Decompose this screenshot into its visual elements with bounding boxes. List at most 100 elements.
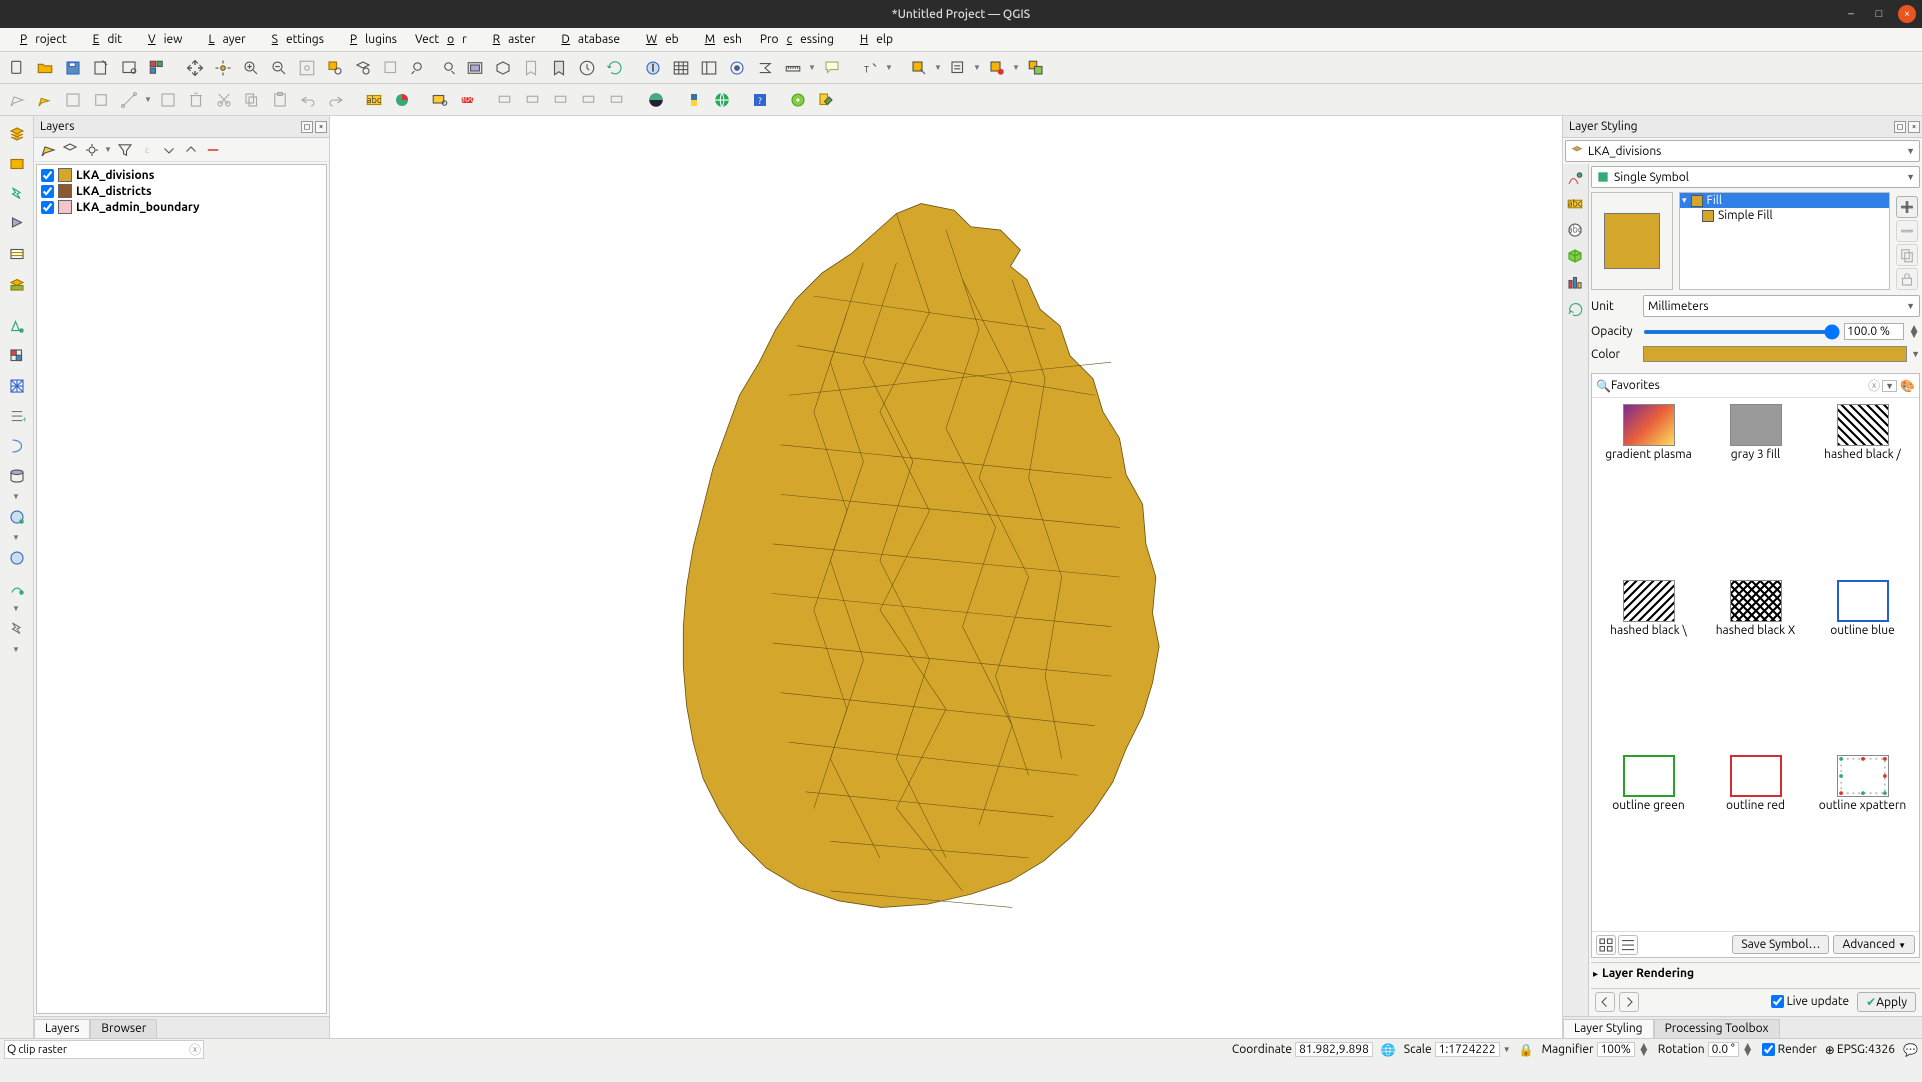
scale-value[interactable]: 1:1724222 bbox=[1435, 1042, 1500, 1057]
create-layer-dropdown-icon[interactable]: ▼ bbox=[12, 604, 21, 613]
select-features-icon[interactable] bbox=[906, 55, 932, 81]
color-dropdown-icon[interactable]: ▼ bbox=[1911, 349, 1920, 359]
favorite-item[interactable]: gray 3 fill bbox=[1705, 404, 1806, 574]
layer-item-districts[interactable]: LKA_districts bbox=[39, 183, 324, 199]
add-mesh-layer-icon[interactable] bbox=[3, 372, 31, 400]
modify-attributes-icon[interactable] bbox=[155, 87, 181, 113]
annotation-dropdown-icon[interactable]: ▼ bbox=[885, 63, 894, 72]
menu-layer[interactable]: Layer bbox=[192, 31, 253, 48]
menu-mesh[interactable]: Mesh bbox=[689, 31, 750, 48]
vertex-dropdown-icon[interactable]: ▼ bbox=[144, 95, 153, 104]
magnifier-spinner[interactable]: ▲▼ bbox=[1638, 1044, 1650, 1056]
layer-checkbox[interactable] bbox=[41, 185, 54, 198]
wms-dropdown-icon[interactable]: ▼ bbox=[12, 533, 21, 542]
apply-button[interactable]: ✔Apply bbox=[1857, 992, 1916, 1012]
new-bookmark-icon[interactable] bbox=[518, 55, 544, 81]
new-virtual-layer-icon[interactable] bbox=[3, 240, 31, 268]
panel-close-icon[interactable]: × bbox=[315, 121, 327, 133]
measure-dropdown-icon[interactable]: ▼ bbox=[808, 63, 817, 72]
rotation-spinner[interactable]: ▲▼ bbox=[1742, 1044, 1754, 1056]
toolbox-icon[interactable] bbox=[724, 55, 750, 81]
tab-browser[interactable]: Browser bbox=[90, 1019, 157, 1038]
new-memory-layer-icon[interactable] bbox=[3, 615, 31, 643]
collapse-all-icon[interactable] bbox=[181, 140, 201, 160]
select-by-form-icon[interactable] bbox=[945, 55, 971, 81]
masks-tab-icon[interactable]: abc bbox=[1563, 218, 1587, 242]
live-update-checkbox[interactable]: Live update bbox=[1771, 995, 1850, 1008]
unit-combo[interactable]: Millimeters ▼ bbox=[1643, 295, 1920, 317]
label-change-icon[interactable] bbox=[605, 87, 631, 113]
style-manager-icon[interactable] bbox=[144, 55, 170, 81]
open-data-source-manager-icon[interactable] bbox=[3, 120, 31, 148]
icon-view-icon[interactable] bbox=[1596, 935, 1616, 955]
menu-project[interactable]: Project bbox=[4, 31, 75, 48]
redo-style-icon[interactable] bbox=[1619, 992, 1639, 1012]
label-rotate-icon[interactable] bbox=[577, 87, 603, 113]
add-delimited-text-icon[interactable]: + bbox=[3, 402, 31, 430]
zoom-full-icon[interactable] bbox=[294, 55, 320, 81]
cut-features-icon[interactable] bbox=[211, 87, 237, 113]
new-map-view-icon[interactable] bbox=[462, 55, 488, 81]
tab-layers[interactable]: Layers bbox=[34, 1019, 90, 1038]
menu-settings[interactable]: Settings bbox=[256, 31, 332, 48]
label-unhide-icon[interactable] bbox=[521, 87, 547, 113]
open-project-icon[interactable] bbox=[32, 55, 58, 81]
crs-button[interactable]: ⊕EPSG:4326 bbox=[1825, 1043, 1895, 1057]
add-wms-layer-icon[interactable] bbox=[3, 503, 31, 531]
magnifier-value[interactable]: 100% bbox=[1597, 1042, 1635, 1057]
themes-dropdown-icon[interactable]: ▼ bbox=[104, 145, 113, 154]
layer-item-divisions[interactable]: LKA_divisions bbox=[39, 167, 324, 183]
redo-icon[interactable] bbox=[323, 87, 349, 113]
select-by-location-icon[interactable] bbox=[1023, 55, 1049, 81]
favorite-item[interactable]: outline blue bbox=[1812, 580, 1913, 750]
new-3d-map-view-icon[interactable] bbox=[490, 55, 516, 81]
add-vector-layer-icon[interactable] bbox=[3, 312, 31, 340]
favorites-grid[interactable]: gradient plasma gray 3 fill hashed black… bbox=[1592, 398, 1919, 931]
toggle-editing-icon[interactable] bbox=[32, 87, 58, 113]
add-virtual-layer-icon[interactable] bbox=[3, 462, 31, 490]
favorites-search-input[interactable] bbox=[1611, 379, 1868, 392]
label-move-icon[interactable] bbox=[549, 87, 575, 113]
field-calculator-icon[interactable] bbox=[696, 55, 722, 81]
tab-processing-toolbox[interactable]: Processing Toolbox bbox=[1654, 1019, 1780, 1038]
zoom-to-selection-icon[interactable] bbox=[322, 55, 348, 81]
help-icon[interactable]: ? bbox=[747, 87, 773, 113]
opacity-value[interactable]: 100.0 % bbox=[1844, 323, 1904, 340]
delete-selected-icon[interactable] bbox=[183, 87, 209, 113]
label-toolbar-icon[interactable]: abc bbox=[455, 87, 481, 113]
pan-to-selection-icon[interactable] bbox=[210, 55, 236, 81]
new-project-icon[interactable] bbox=[4, 55, 30, 81]
symbology-tab-icon[interactable] bbox=[1563, 166, 1587, 190]
new-shapefile-icon[interactable] bbox=[3, 180, 31, 208]
renderer-combo[interactable]: Single Symbol ▼ bbox=[1591, 166, 1920, 188]
layers-tree[interactable]: LKA_divisions LKA_districts LKA_admin_bo… bbox=[36, 164, 327, 1014]
tab-layer-styling[interactable]: Layer Styling bbox=[1563, 1019, 1654, 1038]
panel-undock-icon[interactable]: ◻ bbox=[1894, 121, 1906, 133]
styling-layer-combo[interactable]: LKA_divisions ▼ bbox=[1565, 140, 1920, 162]
favorite-item[interactable]: outline green bbox=[1598, 755, 1699, 925]
layer-checkbox[interactable] bbox=[41, 169, 54, 182]
remove-symbol-layer-icon[interactable] bbox=[1896, 220, 1918, 242]
favorite-item[interactable]: hashed black \ bbox=[1598, 580, 1699, 750]
zoom-to-layer-icon[interactable] bbox=[350, 55, 376, 81]
deselect-all-icon[interactable] bbox=[984, 55, 1010, 81]
measure-icon[interactable] bbox=[780, 55, 806, 81]
window-minimize-icon[interactable]: – bbox=[1842, 5, 1860, 23]
coordinate-value[interactable]: 81.982,9.898 bbox=[1295, 1042, 1373, 1057]
add-raster-layer-icon[interactable] bbox=[3, 342, 31, 370]
favorite-item[interactable]: outline red bbox=[1705, 755, 1806, 925]
advanced-button[interactable]: Advanced ▼ bbox=[1833, 935, 1915, 954]
menu-database[interactable]: Database bbox=[545, 31, 628, 48]
favorite-item[interactable]: hashed black X bbox=[1705, 580, 1806, 750]
add-symbol-layer-icon[interactable] bbox=[1896, 196, 1918, 218]
coordinate-options-icon[interactable]: 🌐 bbox=[1381, 1043, 1396, 1057]
pan-icon[interactable] bbox=[182, 55, 208, 81]
opacity-slider[interactable] bbox=[1643, 330, 1840, 334]
color-picker[interactable] bbox=[1643, 346, 1907, 362]
zoom-out-icon[interactable] bbox=[266, 55, 292, 81]
select-form-dropdown-icon[interactable]: ▼ bbox=[973, 63, 982, 72]
opacity-spinner[interactable]: ▲▼ bbox=[1908, 326, 1920, 338]
menu-help[interactable]: Help bbox=[844, 31, 901, 48]
copy-features-icon[interactable] bbox=[239, 87, 265, 113]
add-feature-icon[interactable] bbox=[88, 87, 114, 113]
